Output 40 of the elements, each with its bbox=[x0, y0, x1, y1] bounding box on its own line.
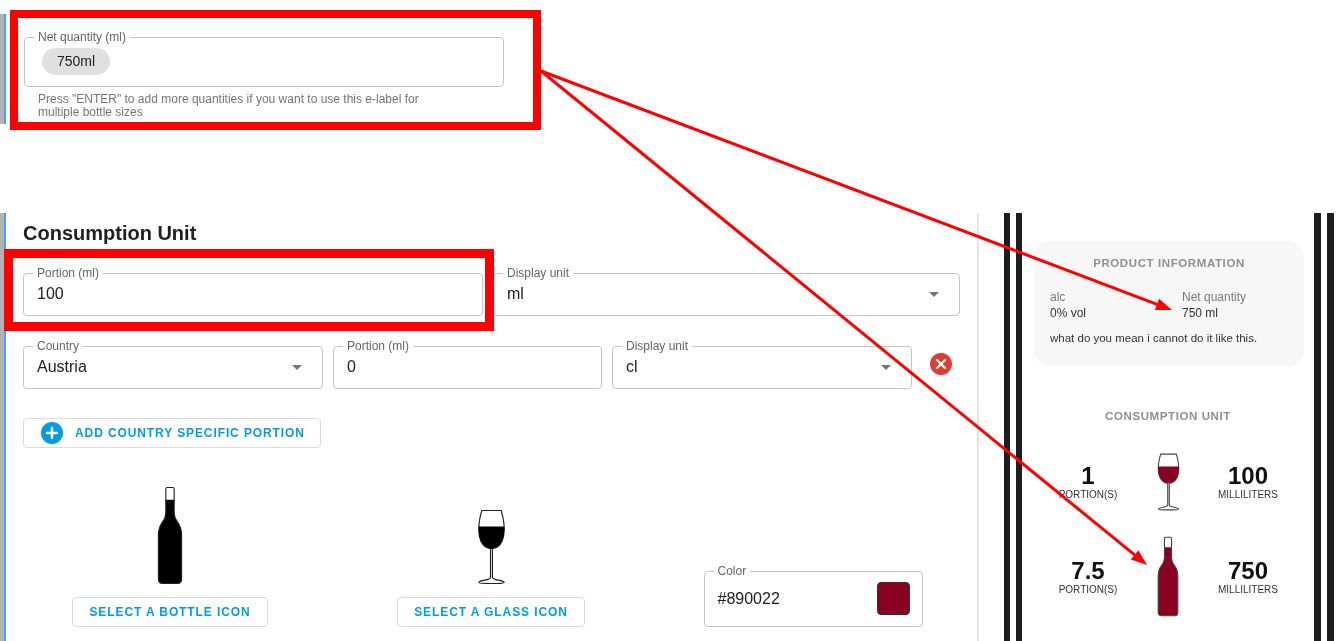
fact-label: alc bbox=[1050, 289, 1067, 305]
input-field[interactable]: Portion (ml) 0 bbox=[333, 339, 602, 389]
quantity-chip[interactable]: 750ml bbox=[42, 48, 111, 75]
caret-icon bbox=[881, 364, 891, 370]
wine-bottle-icon bbox=[157, 486, 183, 585]
caret-icon bbox=[292, 364, 302, 370]
input-field[interactable]: Portion (ml) 100 bbox=[23, 266, 483, 316]
net-quantity-input[interactable]: Net quantity (ml) 750ml bbox=[24, 30, 504, 87]
fact-label: Net quantity bbox=[1182, 289, 1248, 305]
field-label: Color bbox=[716, 564, 748, 578]
wine-glass-icon bbox=[1155, 453, 1181, 511]
plus-icon bbox=[41, 422, 63, 444]
portion-count: 1 bbox=[1081, 463, 1095, 489]
remove-icon[interactable] bbox=[930, 353, 952, 375]
caret-icon bbox=[929, 291, 939, 297]
unit-label: MILLILITERS bbox=[1218, 583, 1278, 596]
wine-bottle-icon bbox=[1157, 536, 1179, 617]
helper-text: Press "ENTER" to add more quantities if you want to use this e-label for multiple bottle sizes bbox=[38, 93, 420, 118]
amount-value: 750 bbox=[1227, 557, 1268, 584]
color-input[interactable]: Color #890022 bbox=[703, 564, 923, 627]
fact-value: 0% vol bbox=[1050, 305, 1088, 321]
field-label: Net quantity (ml) bbox=[37, 30, 128, 44]
field-label: Display unit bbox=[625, 339, 690, 353]
swatch-icon[interactable] bbox=[876, 582, 910, 615]
field-label: Portion (ml) bbox=[346, 339, 410, 353]
section-title: Consumption Unit bbox=[23, 221, 198, 245]
field-label: Display unit bbox=[506, 266, 571, 280]
portion-count: 7.5 bbox=[1071, 557, 1105, 584]
fact-value: 750 ml bbox=[1182, 305, 1220, 321]
dropdown-field[interactable]: Display unit cl bbox=[612, 339, 912, 389]
amount-value: 100 bbox=[1227, 463, 1268, 489]
wine-glass-icon bbox=[475, 509, 507, 585]
field-label: Portion (ml) bbox=[36, 266, 100, 280]
card-title: PRODUCT INFORMATION bbox=[1092, 256, 1246, 270]
unit-label: MILLILITERS bbox=[1218, 489, 1278, 501]
field-label: Country bbox=[36, 339, 81, 353]
unit-label: PORTION(S) bbox=[1058, 583, 1118, 596]
note-text: what do you mean i cannot do it like this. bbox=[1050, 331, 1259, 345]
section-title: CONSUMPTION UNIT bbox=[1104, 409, 1232, 423]
dropdown-field[interactable]: Country Austria bbox=[23, 339, 323, 389]
